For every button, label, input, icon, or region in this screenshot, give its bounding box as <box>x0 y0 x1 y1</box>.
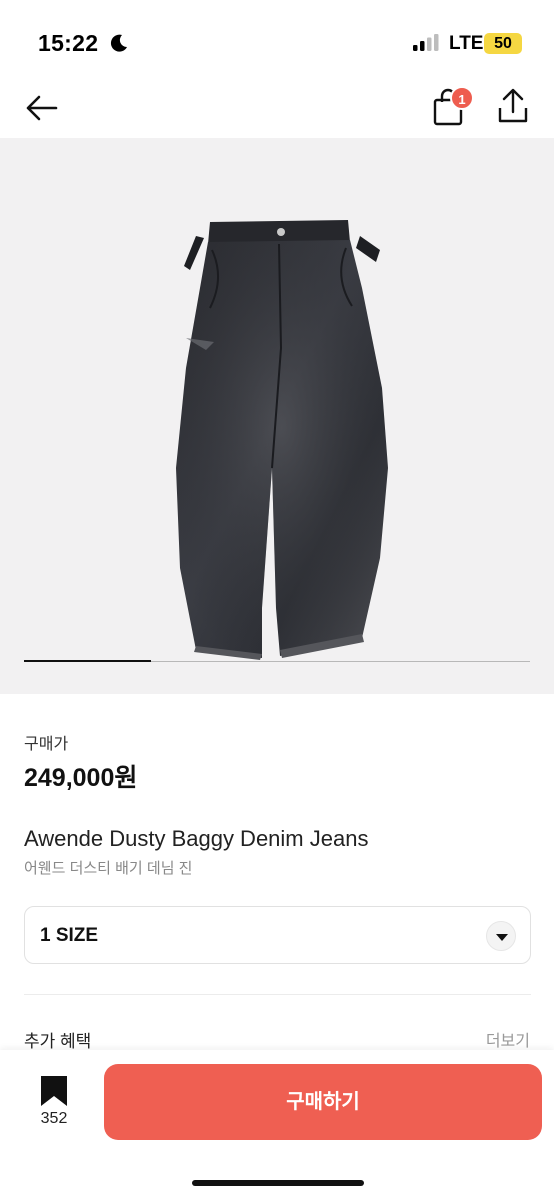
share-icon <box>498 88 528 123</box>
network-label: LTE <box>449 33 484 54</box>
product-image <box>176 220 388 660</box>
bottom-action-bar: 352 구매하기 <box>0 1050 554 1200</box>
bookmark-icon <box>41 1076 67 1106</box>
back-button[interactable] <box>22 88 62 128</box>
back-arrow-icon <box>26 95 58 121</box>
status-time: 15:22 <box>38 30 99 56</box>
chevron-down-icon <box>496 934 508 941</box>
benefit-label: 추가 혜택 <box>24 1032 92 1051</box>
cart-badge: 1 <box>450 86 474 110</box>
signal-icon <box>413 34 439 51</box>
dropdown-button[interactable] <box>486 921 516 951</box>
product-name-ko: 어웬드 더스티 배기 데님 진 <box>24 860 193 877</box>
product-name-en: Awende Dusty Baggy Denim Jeans <box>24 826 369 851</box>
price-value: 249,000원 <box>24 764 138 792</box>
share-button[interactable] <box>494 86 532 126</box>
carousel-indicator-active <box>24 660 151 662</box>
bookmark-count: 352 <box>40 1110 68 1127</box>
moon-icon <box>110 34 127 52</box>
buy-button[interactable]: 구매하기 <box>104 1064 542 1140</box>
product-image-gallery[interactable] <box>0 138 554 694</box>
size-select[interactable]: 1 SIZE <box>24 906 531 964</box>
status-bar: 15:22 LTE 50 <box>0 0 554 78</box>
bookmark-button[interactable]: 352 <box>28 1074 80 1134</box>
battery-indicator: 50 <box>484 33 522 54</box>
size-value: 1 SIZE <box>40 925 99 946</box>
divider <box>24 994 531 995</box>
price-label: 구매가 <box>24 736 69 753</box>
nav-bar: 1 <box>0 78 554 138</box>
more-link[interactable]: 더보기 <box>486 1027 530 1051</box>
home-indicator <box>192 1180 364 1186</box>
